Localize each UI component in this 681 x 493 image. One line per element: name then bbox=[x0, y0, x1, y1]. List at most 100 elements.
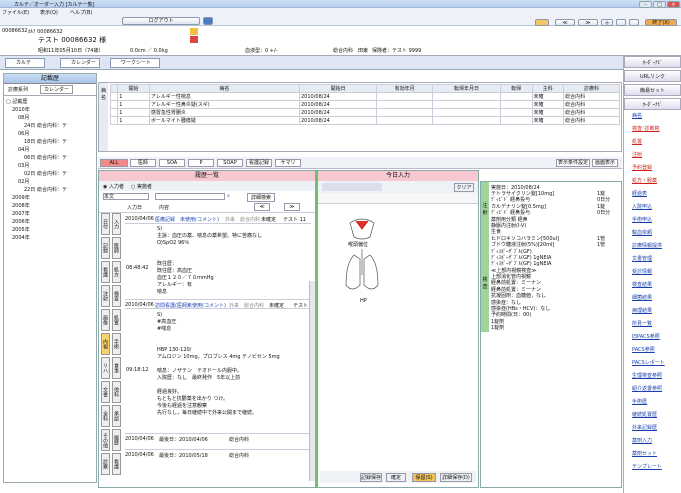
tab-treatment-series[interactable]: 診療系列 bbox=[8, 86, 28, 93]
nav-link[interactable]: 輸血依頼 bbox=[624, 227, 681, 240]
monitor-icon[interactable] bbox=[203, 17, 213, 25]
nav-link[interactable]: 細菌結果 bbox=[624, 292, 681, 305]
display-conditions-button[interactable]: 表示条件設定 bbox=[556, 159, 590, 167]
record-save-button[interactable]: 記録保存 bbox=[360, 473, 382, 482]
tab-karte[interactable]: カルテ bbox=[5, 58, 45, 68]
category-tab[interactable]: 履歴 bbox=[112, 429, 121, 451]
category-tab[interactable]: リハ bbox=[101, 357, 110, 379]
category-tab[interactable]: 注射 bbox=[101, 285, 110, 307]
nav-link[interactable]: 所見一覧 bbox=[624, 318, 681, 331]
nav-link[interactable]: 継続処置歴 bbox=[624, 409, 681, 422]
tab-tree-calendar[interactable]: カレンダー bbox=[40, 85, 74, 94]
filter-summary[interactable]: サマリ bbox=[275, 159, 301, 167]
category-tab[interactable]: 看護 bbox=[112, 453, 121, 475]
print-icon[interactable] bbox=[616, 19, 626, 26]
confirm-button[interactable]: 確定 bbox=[386, 473, 406, 482]
tab-calendar[interactable]: カレンダー bbox=[60, 58, 100, 68]
menu-help[interactable]: ヘルプ(B) bbox=[70, 9, 92, 16]
tree-item[interactable]: 22日 総合内科：テ bbox=[6, 186, 94, 194]
minimize-button[interactable]: – bbox=[639, 1, 652, 8]
nav-link[interactable]: 処方・服薬 bbox=[624, 175, 681, 188]
category-tab[interactable]: 検査 bbox=[112, 285, 121, 307]
tree-item[interactable]: 04月 bbox=[6, 146, 94, 154]
nav-link[interactable]: 生理検査参照 bbox=[624, 370, 681, 383]
history-footer-row-2[interactable]: 2010/04/06 最後日：2010/05/18 総合内科 bbox=[125, 449, 311, 459]
nav-link[interactable]: PACS参照 bbox=[624, 344, 681, 357]
page-prev-button[interactable]: ≪ bbox=[254, 203, 270, 211]
nav-link[interactable]: 診療情報提供 bbox=[624, 240, 681, 253]
category-tab[interactable]: 内視 bbox=[101, 333, 110, 355]
tree-item[interactable]: 24日 総合内科：テ bbox=[6, 122, 94, 130]
anatomy-diagram[interactable] bbox=[332, 215, 402, 303]
category-tab[interactable]: 処置 bbox=[112, 309, 121, 331]
tree-item[interactable]: 2005年 bbox=[6, 226, 94, 234]
category-tab[interactable]: 診察 bbox=[101, 453, 110, 475]
row-checkbox[interactable] bbox=[109, 108, 119, 117]
filter-nursing[interactable]: 看護記録 bbox=[246, 159, 272, 167]
history-entry-header-2[interactable]: 2010/04/06 訪問看護(医師) 未使用(コメント) 外来 総合内科 未確… bbox=[125, 299, 311, 309]
history-entry-header-1[interactable]: 2010/04/06 医療記録 未使用(コメント) 外来 総合内科 未確定 テス… bbox=[125, 214, 311, 224]
nav-link[interactable]: PACSレポート bbox=[624, 357, 681, 370]
nav-link[interactable]: 処置 bbox=[624, 136, 681, 149]
filter-soa[interactable]: SOA bbox=[159, 159, 185, 167]
nav-link[interactable]: 検査結果 bbox=[624, 279, 681, 292]
order-navi-button[interactable]: ｵｰﾀﾞｰﾅﾋﾞ bbox=[624, 98, 681, 110]
row-checkbox[interactable] bbox=[109, 92, 119, 101]
nav-link[interactable]: 薬剤入力 bbox=[624, 435, 681, 448]
category-tab[interactable]: 医師 bbox=[112, 237, 121, 259]
category-tab[interactable]: その他 bbox=[101, 429, 110, 451]
table-row[interactable]: 1 アレルギー性喘息 2010/08/24 未確 総合内科 bbox=[109, 92, 620, 101]
tree-item[interactable]: 03月 bbox=[6, 162, 94, 170]
filter-doctor[interactable]: 医師 bbox=[130, 159, 156, 167]
detail-save-button[interactable]: 詳細保存(D) bbox=[440, 473, 472, 482]
next-button[interactable]: ≫ bbox=[578, 19, 598, 26]
tree-item[interactable]: 2010年 bbox=[6, 106, 94, 114]
prev-button[interactable]: ≪ bbox=[555, 19, 575, 26]
filter-p[interactable]: P bbox=[188, 159, 214, 167]
close-button[interactable]: × bbox=[667, 1, 680, 8]
nav-link[interactable]: 入院申込 bbox=[624, 201, 681, 214]
logout-button[interactable]: ログアウト bbox=[122, 17, 200, 25]
menu-view[interactable]: 表示(Q) bbox=[40, 9, 58, 16]
table-row[interactable]: 1 感冒急性胃腸炎 2010/08/24 未確 総合内科 bbox=[109, 108, 620, 117]
nav-link[interactable]: 病名 bbox=[624, 110, 681, 123]
category-tab[interactable]: 文書 bbox=[101, 381, 110, 403]
menu-file[interactable]: ファイル(E) bbox=[2, 9, 29, 16]
nav-link[interactable]: 受診情報 bbox=[624, 266, 681, 279]
drawing-toolbar[interactable] bbox=[318, 193, 478, 204]
nav-link[interactable]: 検査･診断検 bbox=[624, 123, 681, 136]
nav-link[interactable]: 手術申込 bbox=[624, 214, 681, 227]
nav-link[interactable]: 手術歴 bbox=[624, 396, 681, 409]
nav-link[interactable]: 旧PACS参照 bbox=[624, 331, 681, 344]
filter-soap[interactable]: SOAP bbox=[217, 159, 243, 167]
search-icon[interactable]: ⌕ bbox=[227, 193, 230, 199]
nav-link[interactable]: テンプレート bbox=[624, 461, 681, 474]
maximize-button[interactable]: □ bbox=[653, 1, 666, 8]
row-checkbox[interactable] bbox=[109, 116, 119, 125]
nav-link[interactable]: 予約登録 bbox=[624, 162, 681, 175]
tree-root[interactable]: ▢ 記載歴 bbox=[6, 98, 94, 106]
category-tab[interactable]: 記録 bbox=[101, 237, 110, 259]
category-tab[interactable]: 日付 bbox=[101, 213, 110, 235]
add-icon[interactable]: + bbox=[601, 19, 613, 27]
tree-item[interactable]: 2006年 bbox=[6, 218, 94, 226]
nav-link[interactable]: 紹介返書参照 bbox=[624, 383, 681, 396]
tree-item[interactable]: 02月 bbox=[6, 178, 94, 186]
tree-item[interactable]: 08月 bbox=[6, 114, 94, 122]
image-icon[interactable] bbox=[629, 19, 639, 26]
exit-button[interactable]: 終了(X) bbox=[645, 19, 677, 26]
category-tab[interactable]: 看護 bbox=[101, 261, 110, 283]
category-tab[interactable]: 全科 bbox=[101, 405, 110, 427]
category-tab[interactable]: 処方 bbox=[112, 261, 121, 283]
search-field-select[interactable]: 本文 bbox=[103, 193, 149, 200]
nav-link[interactable]: 文書管理 bbox=[624, 253, 681, 266]
tree-item[interactable]: 2009年 bbox=[6, 194, 94, 202]
nav-link[interactable]: 薬剤セット bbox=[624, 448, 681, 461]
url-link-button[interactable]: URLリンク bbox=[624, 70, 681, 82]
page-next-button[interactable]: ≫ bbox=[284, 203, 300, 211]
history-scrollbar[interactable] bbox=[309, 281, 315, 481]
tree-item[interactable]: 18日 総合内科：テ bbox=[6, 138, 94, 146]
simple-set-button[interactable]: 簡易セット bbox=[624, 84, 681, 96]
nav-link[interactable]: 経過表 bbox=[624, 188, 681, 201]
tree-item[interactable]: 2007年 bbox=[6, 210, 94, 218]
